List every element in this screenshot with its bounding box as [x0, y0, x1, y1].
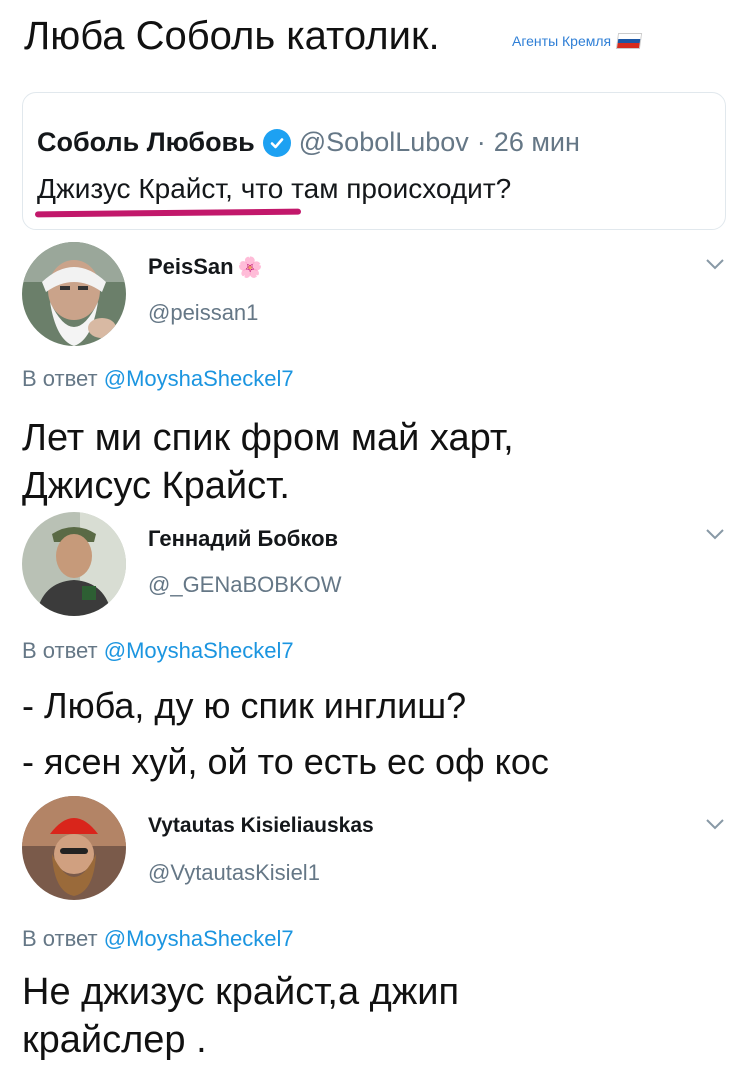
tweet-text: - Люба, ду ю спик инглиш? - ясен хуй, ой… — [22, 678, 549, 790]
reply-context: В ответ @MoyshaSheckel7 — [22, 926, 294, 952]
flower-emoji-icon: 🌸 — [237, 256, 263, 279]
russian-flag-icon — [616, 33, 643, 49]
reply-context: В ответ @MoyshaSheckel7 — [22, 366, 294, 392]
reply-prefix: В ответ — [22, 926, 98, 951]
author-handle[interactable]: @_GENaBOBKOW — [148, 572, 342, 598]
author-name[interactable]: Геннадий Бобков — [148, 526, 338, 552]
reply-context: В ответ @MoyshaSheckel7 — [22, 638, 294, 664]
chevron-down-icon[interactable] — [704, 526, 726, 542]
tweet-text-line: Джисус Крайст. — [22, 465, 290, 507]
avatar[interactable] — [22, 512, 126, 616]
author-name[interactable]: Vytautas Kisieliauskas — [148, 814, 374, 838]
chevron-down-icon[interactable] — [704, 256, 726, 272]
quoted-tweet-header: Соболь Любовь @SobolLubov · 26 мин — [37, 127, 580, 158]
tweet-text: Лет ми спик фром май харт, Джисус Крайст… — [22, 414, 514, 510]
author-name[interactable]: PeisSan 🌸 — [148, 254, 263, 280]
watermark: Агенты Кремля — [512, 33, 643, 49]
quoted-tweet-card[interactable]: Соболь Любовь @SobolLubov · 26 мин Джизу… — [22, 92, 726, 230]
reply-prefix: В ответ — [22, 638, 98, 663]
verified-badge-icon — [262, 128, 291, 157]
tweet-text-line: Не джизус крайст,а джип — [22, 971, 460, 1013]
quoted-tweet-text: Джизус Крайст, что там происходит? — [37, 173, 512, 204]
tweet-text-line: Лет ми спик фром май харт, — [22, 417, 514, 459]
tweet-text-line: - Люба, ду ю спик инглиш? — [22, 685, 467, 726]
avatar[interactable] — [22, 242, 126, 346]
highlight-underline — [34, 208, 302, 218]
quoted-tweet-time[interactable]: 26 мин — [494, 127, 580, 158]
tweet-text-line: крайслер . — [22, 1019, 207, 1061]
reply-mention-link[interactable]: @MoyshaSheckel7 — [104, 366, 294, 391]
watermark-label: Агенты Кремля — [512, 33, 612, 49]
avatar[interactable] — [22, 796, 126, 900]
author-handle[interactable]: @VytautasKisiel1 — [148, 860, 320, 886]
author-handle[interactable]: @peissan1 — [148, 300, 258, 326]
reply-prefix: В ответ — [22, 366, 98, 391]
tweet-text-line: - ясен хуй, ой то есть ес оф кос — [22, 741, 549, 782]
author-name-text: PeisSan — [148, 254, 234, 279]
separator-dot: · — [476, 127, 486, 157]
reply-mention-link[interactable]: @MoyshaSheckel7 — [104, 926, 294, 951]
tweet-text: Не джизус крайст,а джип крайслер . — [22, 968, 459, 1064]
quoted-author-name[interactable]: Соболь Любовь — [37, 127, 255, 158]
quoted-author-handle[interactable]: @SobolLubov — [299, 127, 469, 158]
reply-mention-link[interactable]: @MoyshaSheckel7 — [104, 638, 294, 663]
post-title: Люба Соболь католик. — [24, 14, 440, 58]
chevron-down-icon[interactable] — [704, 816, 726, 832]
